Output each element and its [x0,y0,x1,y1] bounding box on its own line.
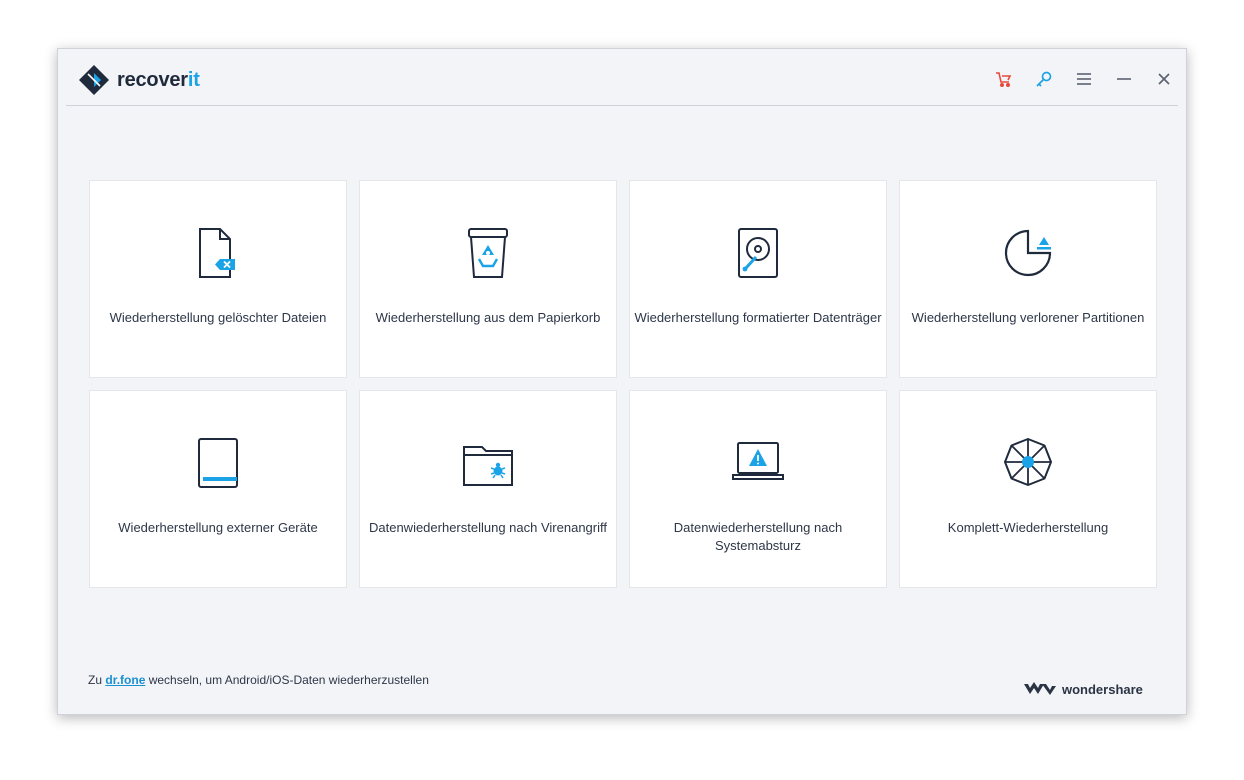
card-label: Wiederherstellung externer Geräte [118,520,318,535]
drfone-hint: Zu dr.fone wechseln, um Android/iOS-Date… [88,673,429,687]
cart-button[interactable] [993,68,1015,90]
app-name: recoverit [117,68,200,91]
external-device-icon [198,438,238,488]
card-label: Datenwiederherstellung nach Virenangriff [368,520,607,535]
card-external-device[interactable]: Wiederherstellung externer Geräte [89,390,347,588]
card-lost-partition[interactable]: Wiederherstellung verlorener Partitionen [899,180,1157,378]
card-deleted-files[interactable]: Wiederherstellung gelöschter Dateien [89,180,347,378]
virus-folder-icon [463,446,513,486]
wondershare-logo-icon [1024,682,1056,695]
minimize-button[interactable] [1113,68,1135,90]
close-icon [1158,73,1170,85]
cart-icon [996,72,1012,88]
card-label: Wiederherstellung formatierter Datenträg… [634,310,882,325]
wondershare-text: wondershare [1062,681,1143,697]
app-window: recoverit Wiederherstellung gelöschter D… [57,48,1187,715]
system-crash-icon [732,442,784,480]
drfone-hint-prefix: Zu [88,673,103,687]
card-all-around[interactable]: Komplett-Wiederherstellung [899,390,1157,588]
deleted-file-icon [199,228,235,278]
recoverit-logo-icon [79,65,109,95]
card-label: Wiederherstellung verlorener Partitionen [911,310,1145,325]
menu-button[interactable] [1073,68,1095,90]
card-system-crash[interactable]: Datenwiederherstellung nach Systemabstur… [629,390,887,588]
minimize-icon [1117,78,1131,80]
hard-drive-icon [738,228,778,278]
card-virus-attack[interactable]: Datenwiederherstellung nach Virenangriff [359,390,617,588]
card-label: Datenwiederherstellung nach Systemabstur… [673,520,843,553]
card-label: Wiederherstellung gelöschter Dateien [109,310,327,325]
register-button[interactable] [1033,68,1055,90]
partition-icon [1004,229,1052,277]
all-around-icon [1004,438,1052,486]
key-icon [1036,71,1052,87]
recycle-bin-icon [468,228,508,278]
close-button[interactable] [1153,68,1175,90]
card-recycle-bin[interactable]: Wiederherstellung aus dem Papierkorb [359,180,617,378]
wondershare-logo: wondershare [1024,681,1143,697]
card-formatted-drive[interactable]: Wiederherstellung formatierter Datenträg… [629,180,887,378]
title-bar: recoverit [66,49,1178,106]
card-label: Wiederherstellung aus dem Papierkorb [375,310,601,325]
drfone-hint-suffix: wechseln, um Android/iOS-Daten wiederher… [148,673,429,687]
drfone-link[interactable]: dr.fone [105,673,145,687]
app-logo: recoverit [78,63,200,97]
menu-icon [1077,73,1091,85]
card-label: Komplett-Wiederherstellung [947,520,1109,535]
recovery-mode-grid: Wiederherstellung gelöschter Dateien Wie… [89,180,1157,588]
